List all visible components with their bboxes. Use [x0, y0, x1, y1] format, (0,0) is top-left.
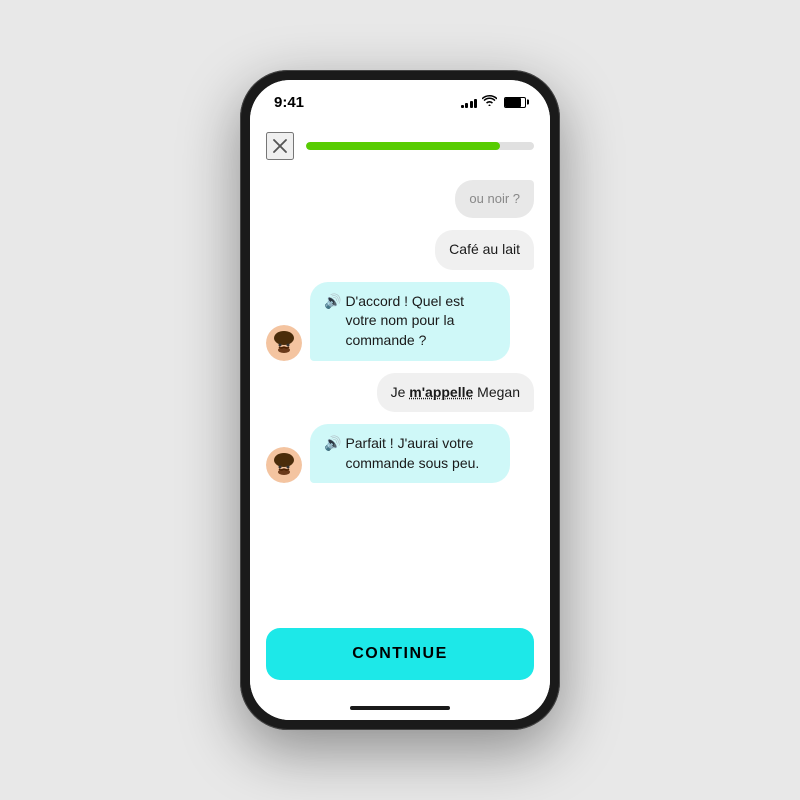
- list-item: ou noir ?: [266, 180, 534, 218]
- speaker-icon: 🔊: [324, 292, 341, 312]
- home-indicator: [250, 696, 550, 720]
- battery-icon: [504, 97, 526, 108]
- bubble-parfait: 🔊 Parfait ! J'aurai votre commande sous …: [310, 424, 510, 483]
- list-item: Café au lait: [266, 230, 534, 270]
- status-icons: [461, 95, 527, 109]
- list-item: 🔊 D'accord ! Quel est votre nom pour la …: [266, 282, 534, 361]
- phone-frame: 9:41: [240, 70, 560, 730]
- close-button[interactable]: [266, 132, 294, 160]
- signal-icon: [461, 97, 478, 108]
- bubble-name: Je m'appelle Megan: [377, 373, 534, 413]
- phone-screen: 9:41: [250, 80, 550, 720]
- list-item: 🔊 Parfait ! J'aurai votre commande sous …: [266, 424, 534, 483]
- status-bar: 9:41: [250, 80, 550, 124]
- bottom-area: CONTINUE: [250, 612, 550, 696]
- list-item: Je m'appelle Megan: [266, 373, 534, 413]
- bubble-partial-right: ou noir ?: [455, 180, 534, 218]
- bubble-daccord: 🔊 D'accord ! Quel est votre nom pour la …: [310, 282, 510, 361]
- avatar: [266, 447, 302, 483]
- progress-bar: [306, 142, 534, 150]
- bubble-cafe: Café au lait: [435, 230, 534, 270]
- wifi-icon: [482, 95, 497, 109]
- top-bar: [250, 124, 550, 168]
- home-indicator-bar: [350, 706, 450, 710]
- speaker-icon-2: 🔊: [324, 434, 341, 454]
- avatar: [266, 325, 302, 361]
- status-time: 9:41: [274, 94, 304, 111]
- progress-bar-fill: [306, 142, 500, 150]
- chat-area: ou noir ? Café au lait: [250, 168, 550, 612]
- continue-button[interactable]: CONTINUE: [266, 628, 534, 680]
